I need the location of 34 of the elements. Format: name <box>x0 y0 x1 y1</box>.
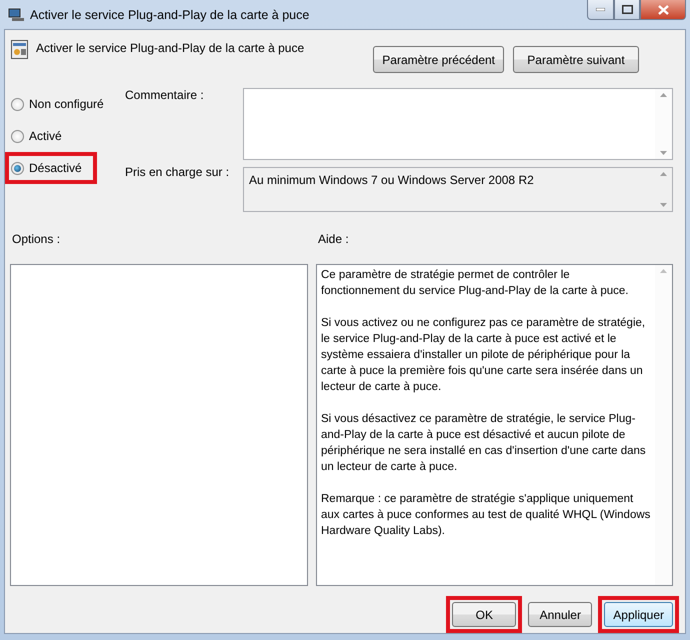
previous-setting-button[interactable]: Paramètre précédent <box>373 46 504 73</box>
comment-field[interactable] <box>243 88 673 160</box>
scroll-down-icon[interactable] <box>660 203 667 207</box>
dialog-button[interactable]: Appliquer <box>604 602 673 627</box>
policy-icon <box>11 40 28 59</box>
scroll-up-icon[interactable] <box>660 93 667 97</box>
help-label: Aide : <box>318 232 350 246</box>
state-radio[interactable]: Non configuré <box>11 94 104 114</box>
supported-on-label: Pris en charge sur : <box>125 165 230 179</box>
scroll-up-icon[interactable] <box>660 269 667 273</box>
help-paragraph: Si vous désactivez ce paramètre de stratégie, le service Plug-and-Play de la carte à puce est désactivé et aucun pilote de périphérique ne sera installé en cas d'insertion d'une carte dans un lecteur de carte à puce. <box>321 412 647 475</box>
help-paragraph: Remarque : ce paramètre de stratégie s'applique uniquement aux cartes à puce conformes au test de qualité WHQL (Windows Hardware Quality Labs). <box>321 492 651 539</box>
help-paragraph: Ce paramètre de stratégie permet de contrôler le fonctionnement du service Plug-and-Play de la carte à puce. <box>321 268 630 299</box>
supported-on-field: Au minimum Windows 7 ou Windows Server 2008 R2 <box>243 167 673 212</box>
scroll-up-icon[interactable] <box>660 172 667 176</box>
state-radio[interactable]: Désactivé <box>11 158 82 178</box>
scrollbar[interactable] <box>655 89 672 159</box>
state-radio[interactable]: Activé <box>11 126 62 146</box>
dialog-button[interactable]: Annuler <box>528 602 592 627</box>
computer-icon <box>8 8 24 22</box>
close-button[interactable] <box>640 0 686 20</box>
next-setting-button[interactable]: Paramètre suivant <box>513 46 639 73</box>
maximize-button[interactable] <box>614 0 640 20</box>
minimize-icon <box>596 8 605 11</box>
close-icon <box>658 4 668 14</box>
window-title: Activer le service Plug-and-Play de la carte à puce <box>30 8 310 22</box>
options-label: Options : <box>12 232 62 246</box>
comment-label: Commentaire : <box>125 88 205 102</box>
maximize-icon <box>622 5 632 14</box>
help-paragraph: Si vous activez ou ne configurez pas ce paramètre de stratégie, le service Plug-and-Play de la carte à puce est activé et le système essaiera d'installer un pilote de périphérique pour la carte à puce la première fois qu'une carte sera insérée dans un lecteur de carte à puce. <box>321 316 646 395</box>
scroll-down-icon[interactable] <box>660 151 667 155</box>
policy-heading: Activer le service Plug-and-Play de la carte à puce <box>36 41 306 55</box>
minimize-button[interactable] <box>587 0 614 20</box>
dialog-button[interactable]: OK <box>452 602 516 627</box>
